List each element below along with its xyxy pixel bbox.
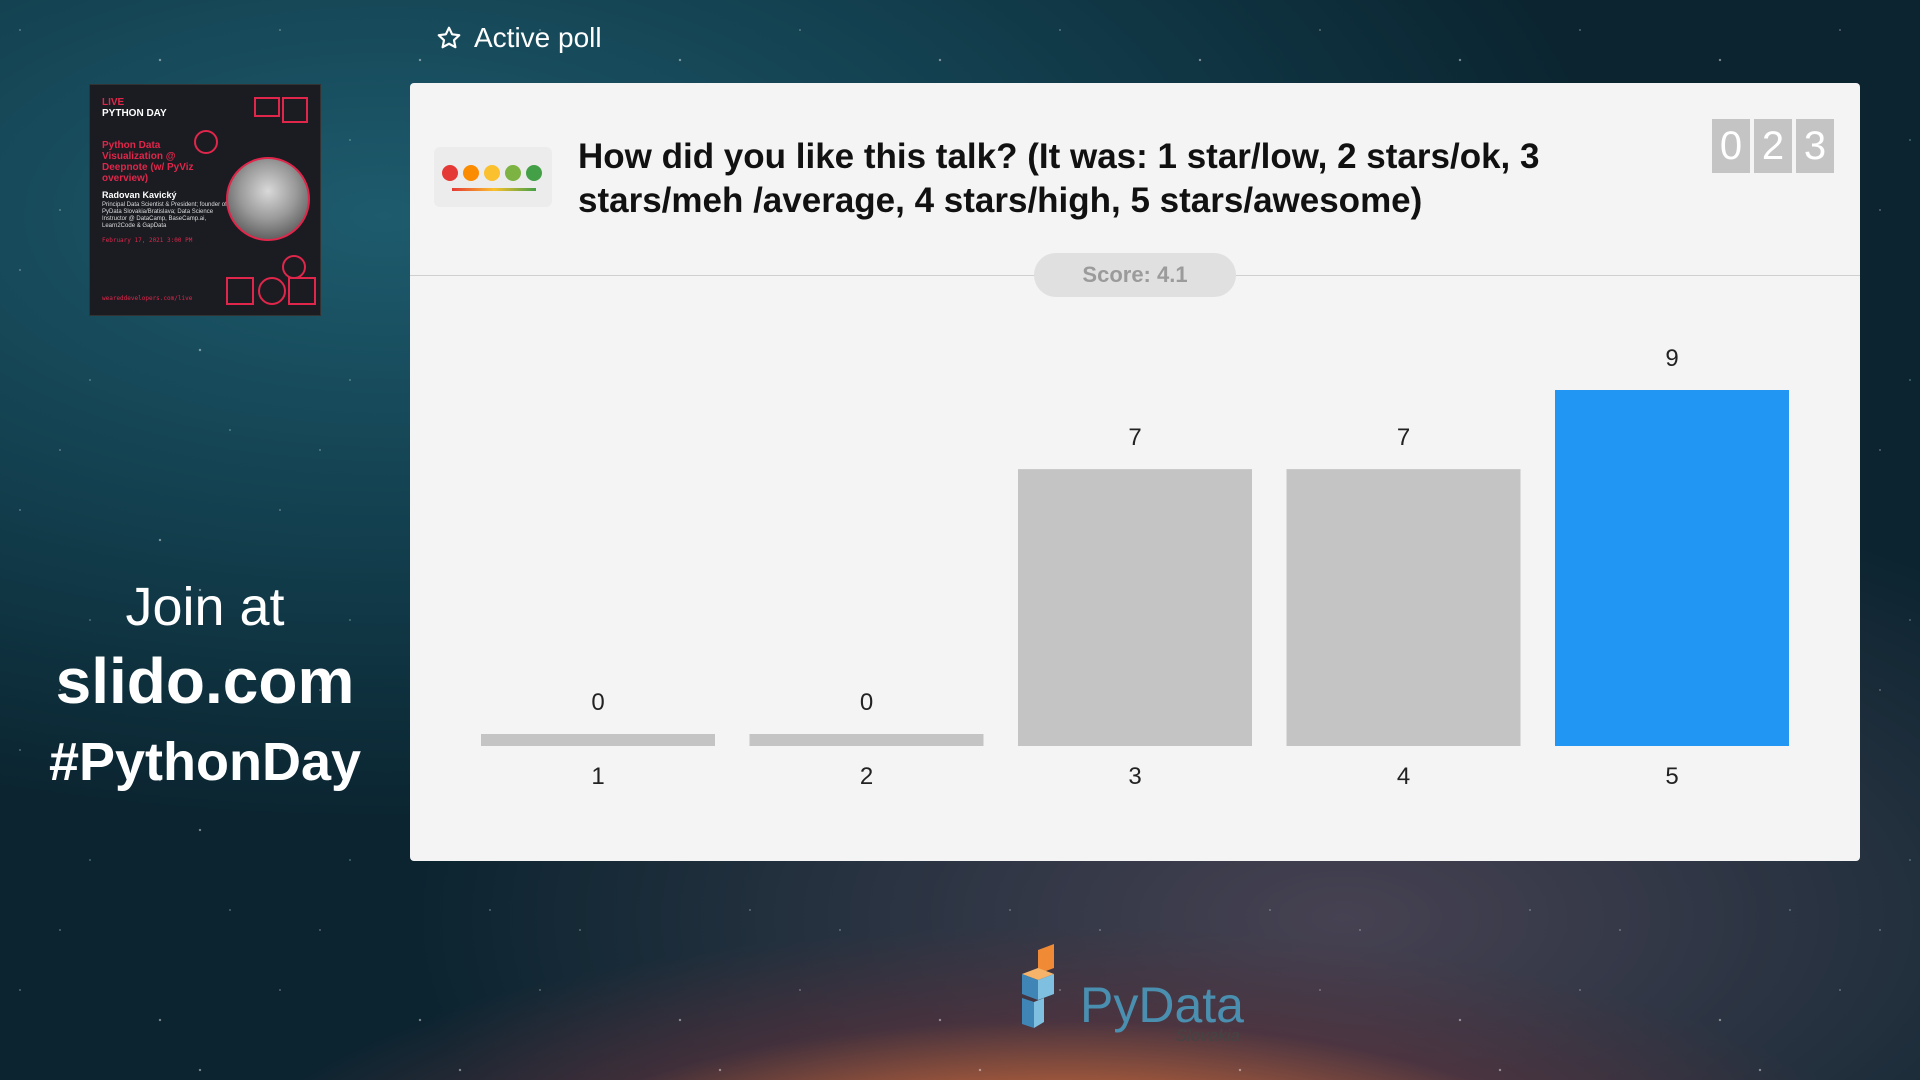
talk-date: February 17, 2021 3:00 PM bbox=[102, 237, 193, 244]
logo-subtext: Slovakia bbox=[1175, 1026, 1240, 1045]
cube-logo-icon bbox=[1022, 944, 1054, 1028]
chart-bar bbox=[481, 734, 715, 746]
chart-bar bbox=[1555, 390, 1789, 746]
poll-bar-chart: 0 1 0 2 7 3 7 4 9 5 bbox=[481, 345, 1789, 790]
decor-circle bbox=[194, 130, 218, 154]
decor-square bbox=[254, 97, 280, 117]
event-badge: LIVE PYTHON DAY bbox=[102, 97, 167, 119]
active-poll-label: Active poll bbox=[474, 22, 602, 53]
bar-value-label: 9 bbox=[1665, 345, 1678, 372]
active-poll-header: Active poll bbox=[436, 22, 602, 54]
bar-value-label: 7 bbox=[1397, 424, 1410, 451]
speaker-photo bbox=[226, 157, 310, 241]
star-outline-icon bbox=[437, 26, 461, 49]
chart-bar bbox=[749, 734, 984, 746]
speaker-name: Radovan Kavický bbox=[102, 190, 177, 200]
chart-bar bbox=[1018, 469, 1252, 746]
decor-square bbox=[226, 277, 254, 305]
decor-square bbox=[258, 277, 286, 305]
event-name: PYTHON DAY bbox=[102, 108, 167, 119]
chart-bar bbox=[1286, 469, 1521, 746]
logo-text: PyData bbox=[1080, 977, 1244, 1033]
decor-square bbox=[282, 255, 306, 279]
poll-panel: How did you like this talk? (It was: 1 s… bbox=[410, 83, 1860, 861]
category-label: 2 bbox=[860, 763, 873, 790]
bar-value-label: 0 bbox=[591, 689, 604, 716]
talk-url: weareddevelopers.com/live bbox=[102, 295, 193, 302]
pydata-logo: PyData Slovakia bbox=[1014, 944, 1244, 1045]
talk-thumbnail: LIVE PYTHON DAY Python Data Visualizatio… bbox=[89, 84, 321, 316]
join-url: slido.com bbox=[55, 645, 355, 717]
speaker-role: Principal Data Scientist & President; fo… bbox=[102, 202, 227, 229]
category-label: 3 bbox=[1128, 763, 1141, 790]
live-label: LIVE bbox=[102, 97, 125, 108]
join-hashtag: #PythonDay bbox=[48, 732, 362, 792]
join-line: Join at bbox=[125, 577, 285, 637]
bar-value-label: 7 bbox=[1128, 424, 1141, 451]
category-label: 1 bbox=[591, 763, 604, 790]
decor-square bbox=[288, 277, 316, 305]
join-instructions: Join at slido.com #PythonDay bbox=[0, 575, 410, 801]
category-label: 4 bbox=[1397, 763, 1410, 790]
category-label: 5 bbox=[1665, 763, 1678, 790]
bar-value-label: 0 bbox=[860, 689, 873, 716]
decor-square bbox=[282, 97, 308, 123]
